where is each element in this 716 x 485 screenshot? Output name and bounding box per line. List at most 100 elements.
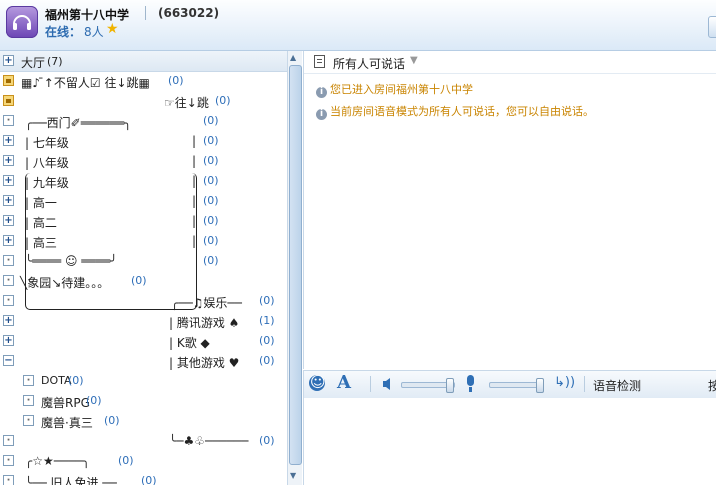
channel-row[interactable]: | 九年级 | (0) <box>0 172 287 192</box>
scrollbar-thumb[interactable] <box>289 65 302 465</box>
channel-row[interactable]: ☞往↓跳 (0) <box>0 92 287 112</box>
speaker-volume-slider[interactable] <box>401 378 455 393</box>
channel-row[interactable]: ╲象园↘待建。。。 (0) <box>0 272 287 292</box>
channel-row[interactable]: ╰─♣♧────── (0) <box>0 432 287 452</box>
expand-toggle[interactable] <box>3 315 14 326</box>
channel-dot-icon <box>3 115 14 126</box>
message-input[interactable] <box>303 398 716 485</box>
channel-label: | 九年级 <box>25 176 69 190</box>
mic-volume-slider[interactable] <box>489 378 544 393</box>
subchannel-row[interactable]: DOTA (0) <box>0 372 287 392</box>
toolbar-divider <box>370 376 371 392</box>
slider-knob[interactable] <box>536 378 544 393</box>
channel-count: (0) <box>168 74 184 87</box>
microphone-icon[interactable] <box>467 375 474 392</box>
channel-row[interactable]: ╭──西门✐══════╮ (0) <box>0 112 287 132</box>
document-icon <box>314 55 325 68</box>
subchannel-row[interactable]: 魔兽·真三 (0) <box>0 412 287 432</box>
channel-list-scrollbar[interactable]: ▲ ▼ <box>287 51 302 485</box>
channel-row[interactable]: | 高三 | (0) <box>0 232 287 252</box>
online-label: 在线： <box>45 25 82 39</box>
channel-row[interactable]: ╰════ ☺ ════╯ (0) <box>0 252 287 272</box>
channel-row[interactable]: | 八年级 | (0) <box>0 152 287 172</box>
channel-label: ╭──♫娱乐── <box>171 296 242 310</box>
channel-label: ╰─♣♧────── <box>169 434 249 448</box>
expand-toggle[interactable] <box>3 335 14 346</box>
expand-toggle[interactable] <box>3 175 14 186</box>
frame-bar: | <box>192 174 197 188</box>
expand-toggle[interactable] <box>3 55 14 66</box>
speak-mode-selector[interactable]: 所有人可说话 ▼ <box>304 51 716 74</box>
channel-label: ╲象园↘待建。。。 <box>20 276 110 290</box>
info-icon: i <box>316 109 327 120</box>
channel-row[interactable]: | 腾讯游戏 ♠ (1) <box>0 312 287 332</box>
expand-toggle[interactable] <box>3 235 14 246</box>
channel-dot-icon <box>3 295 14 306</box>
chevron-down-icon[interactable]: ▼ <box>410 55 418 66</box>
frame-bar: | <box>192 134 197 148</box>
chat-toolbar: A ↳)) 语音检测 按 <box>303 370 716 399</box>
room-header: 福州第十八中学 (663022) 在线： 8人 ★ <box>0 0 716 51</box>
channel-dot-icon <box>23 415 34 426</box>
channel-label: | 高三 <box>25 236 57 250</box>
expand-toggle[interactable] <box>3 135 14 146</box>
subchannel-row[interactable]: 魔兽RPG (0) <box>0 392 287 412</box>
channel-hall-row[interactable]: 大厅 (7) <box>0 51 287 72</box>
channel-count: (0) <box>68 374 84 387</box>
channel-count: (0) <box>104 414 120 427</box>
speak-mode-label[interactable]: 所有人可说话 <box>333 55 405 72</box>
expand-toggle[interactable] <box>3 195 14 206</box>
channel-label: ╭☆★────╮ <box>25 454 90 468</box>
info-icon: i <box>316 87 327 98</box>
expand-toggle[interactable] <box>3 215 14 226</box>
star-icon[interactable]: ★ <box>106 21 119 37</box>
channel-list: 大厅 (7) ▦♪ ̄↑不留人☑ 往↓跳▦ (0) ☞往↓跳 (0) ╭──西门… <box>0 51 287 485</box>
hall-label: 大厅 <box>21 56 46 70</box>
system-message: i 当前房间语音模式为所有人可说话，您可以自由说话。 <box>316 103 594 120</box>
channel-label: 魔兽RPG <box>41 396 90 410</box>
channel-row[interactable]: | K歌 ◆ (0) <box>0 332 287 352</box>
collapse-toggle[interactable] <box>3 355 14 366</box>
channel-row[interactable]: ▦♪ ̄↑不留人☑ 往↓跳▦ (0) <box>0 72 287 92</box>
toolbar-more-button[interactable]: 按 <box>708 377 716 394</box>
channel-row[interactable]: ╭──♫娱乐── (0) <box>0 292 287 312</box>
channel-count: (0) <box>203 114 219 127</box>
channel-label: ▦♪ ̄↑不留人☑ 往↓跳▦ <box>21 76 150 90</box>
chat-panel: 所有人可说话 ▼ i 您已进入房间福州第十八中学 i 当前房间语音模式为所有人可说话… <box>303 51 716 369</box>
header-menu-button[interactable] <box>708 16 716 38</box>
expand-toggle[interactable] <box>3 155 14 166</box>
channel-label: | 高二 <box>25 216 57 230</box>
scroll-down-icon[interactable]: ▼ <box>290 471 296 480</box>
font-icon[interactable]: A <box>337 372 351 393</box>
channel-count: (0) <box>259 334 275 347</box>
channel-count: (0) <box>259 294 275 307</box>
frame-bar: | <box>192 214 197 228</box>
online-count[interactable]: 8人 <box>84 23 104 40</box>
scroll-up-icon[interactable]: ▲ <box>290 53 296 62</box>
header-divider <box>145 6 146 20</box>
room-id: (663022) <box>158 6 220 20</box>
channel-dot-icon <box>3 435 14 446</box>
channel-row[interactable]: | 其他游戏 ♥ (0) <box>0 352 287 372</box>
frame-bar: | <box>192 194 197 208</box>
channel-dot-icon <box>3 255 14 266</box>
channel-row[interactable]: ╰── 旧人免进 ── (0) <box>0 472 287 485</box>
voice-icon[interactable]: ↳)) <box>554 375 575 390</box>
slider-knob[interactable] <box>446 378 454 393</box>
voice-detect-button[interactable]: 语音检测 <box>593 377 641 394</box>
channel-count: (0) <box>203 234 219 247</box>
channel-count: (0) <box>203 174 219 187</box>
channel-row[interactable]: | 七年级 | (0) <box>0 132 287 152</box>
smile-icon[interactable] <box>309 373 326 391</box>
channel-count: (0) <box>203 214 219 227</box>
speaker-icon[interactable] <box>381 376 397 392</box>
channel-row[interactable]: | 高一 | (0) <box>0 192 287 212</box>
toolbar-divider <box>584 376 585 392</box>
channel-label: 魔兽·真三 <box>41 416 93 430</box>
channel-label: ╰════ ☺ ════╯ <box>25 254 118 268</box>
message-text: 您已进入房间福州第十八中学 <box>330 83 473 96</box>
channel-row[interactable]: ╭☆★────╮ (0) <box>0 452 287 472</box>
channel-count: (0) <box>259 354 275 367</box>
system-message: i 您已进入房间福州第十八中学 <box>316 81 473 98</box>
channel-row[interactable]: | 高二 | (0) <box>0 212 287 232</box>
